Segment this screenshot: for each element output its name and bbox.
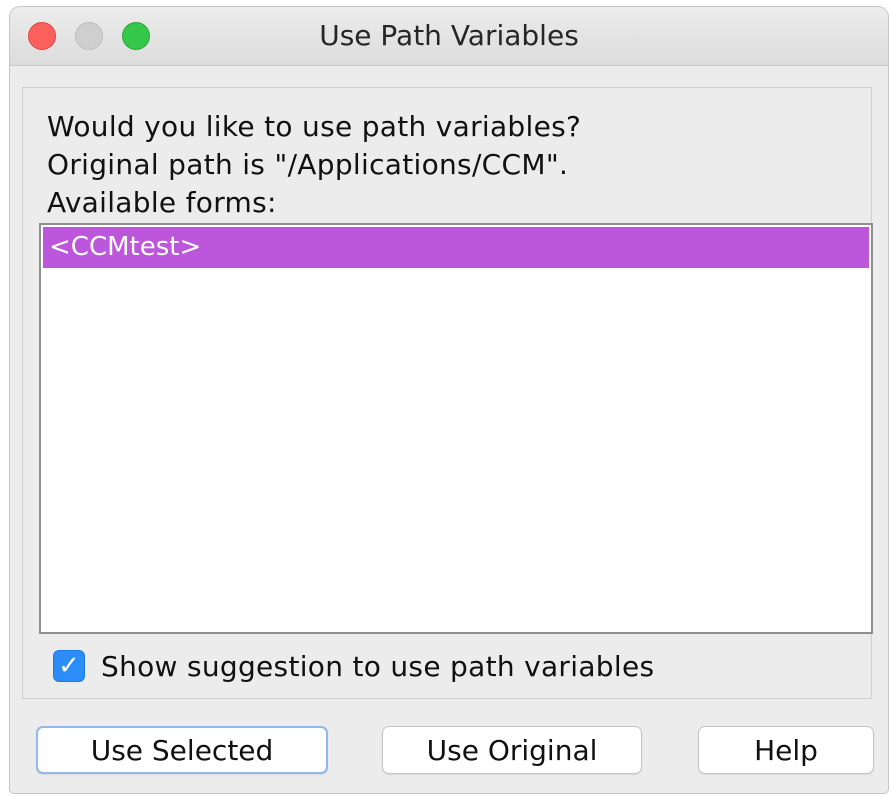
available-forms-list[interactable]: <CCMtest> — [39, 223, 873, 634]
dialog-window: Use Path Variables Would you like to use… — [10, 7, 888, 793]
suggestion-checkbox-row[interactable]: ✓ Show suggestion to use path variables — [53, 646, 654, 686]
help-button[interactable]: Help — [698, 726, 874, 774]
use-original-button[interactable]: Use Original — [382, 726, 642, 774]
original-path-text: Original path is "/Applications/CCM". — [47, 148, 569, 181]
available-forms-label: Available forms: — [47, 186, 277, 219]
question-text: Would you like to use path variables? — [47, 110, 582, 143]
dialog-content-panel: Would you like to use path variables? Or… — [22, 87, 873, 699]
checkmark-icon: ✓ — [58, 651, 80, 681]
list-item-ccmtest[interactable]: <CCMtest> — [43, 227, 869, 268]
title-bar[interactable]: Use Path Variables — [10, 7, 888, 66]
suggestion-checkbox[interactable]: ✓ — [53, 650, 85, 682]
use-selected-button[interactable]: Use Selected — [36, 726, 328, 774]
window-title: Use Path Variables — [319, 19, 579, 52]
suggestion-checkbox-label[interactable]: Show suggestion to use path variables — [101, 650, 654, 683]
